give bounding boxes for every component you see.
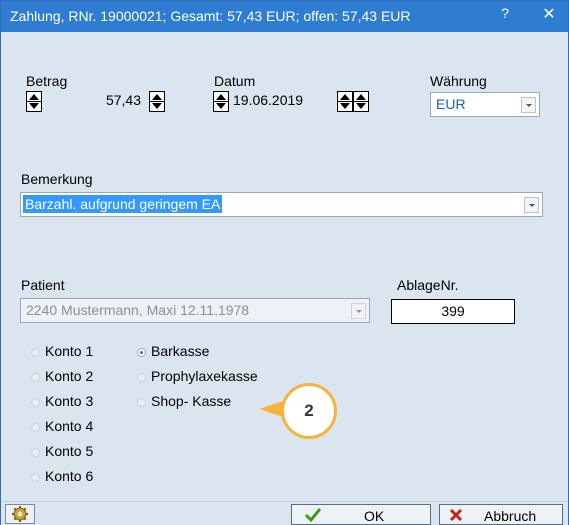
close-button[interactable]: ✕ <box>536 4 562 28</box>
payment-dialog: Zahlung, RNr. 19000021; Gesamt: 57,43 EU… <box>0 0 569 525</box>
konto6-label[interactable]: Konto 6 <box>45 468 93 484</box>
ok-label: OK <box>364 508 385 524</box>
betrag-label: Betrag <box>26 73 68 89</box>
datum-spin-down-button[interactable] <box>213 91 229 112</box>
konto2-label[interactable]: Konto 2 <box>45 368 93 384</box>
konto5-radio[interactable] <box>31 448 40 457</box>
chevron-down-icon[interactable] <box>521 97 536 113</box>
ablage-label: AblageNr. <box>397 277 459 293</box>
konto5-label[interactable]: Konto 5 <box>45 443 93 459</box>
ok-button[interactable]: OK <box>291 504 431 525</box>
help-button[interactable]: ? <box>495 5 515 27</box>
konto2-radio[interactable] <box>31 373 40 382</box>
patient-select: 2240 Mustermann, Maxi 12.11.1978 <box>20 298 370 323</box>
datum-input[interactable]: 19.06.2019 <box>231 89 323 114</box>
betrag-input[interactable]: 57,43 <box>45 89 145 114</box>
datum-calendar-button[interactable] <box>353 91 369 112</box>
konto4-radio[interactable] <box>31 423 40 432</box>
cancel-label: Abbruch <box>484 508 537 524</box>
patient-value: 2240 Mustermann, Maxi 12.11.1978 <box>26 302 250 318</box>
x-icon <box>449 508 463 522</box>
gear-icon <box>12 506 28 522</box>
ablage-input[interactable]: 399 <box>391 299 515 324</box>
shop-kasse-radio[interactable] <box>137 398 146 407</box>
waehrung-label: Währung <box>430 73 487 89</box>
waehrung-value: EUR <box>436 96 466 112</box>
callout-pointer <box>259 401 283 417</box>
konto1-radio[interactable] <box>31 348 40 357</box>
datum-spin-up-button[interactable] <box>337 91 353 112</box>
window-title: Zahlung, RNr. 19000021; Gesamt: 57,43 EU… <box>10 8 411 24</box>
shop-kasse-label[interactable]: Shop- Kasse <box>151 393 231 409</box>
cancel-button[interactable]: Abbruch <box>439 504 563 525</box>
datum-label: Datum <box>214 73 256 89</box>
konto3-radio[interactable] <box>31 398 40 407</box>
bemerkung-select[interactable]: Barzahl. aufgrund geringem EA <box>20 192 543 217</box>
konto4-label[interactable]: Konto 4 <box>45 418 93 434</box>
waehrung-select[interactable]: EUR <box>430 92 540 117</box>
konto3-label[interactable]: Konto 3 <box>45 393 93 409</box>
betrag-spin-down-button[interactable] <box>26 91 42 112</box>
barkasse-radio[interactable] <box>137 348 146 357</box>
barkasse-label[interactable]: Barkasse <box>151 343 209 359</box>
title-bar: Zahlung, RNr. 19000021; Gesamt: 57,43 EU… <box>1 1 568 32</box>
settings-button[interactable] <box>5 504 35 524</box>
bemerkung-value[interactable]: Barzahl. aufgrund geringem EA <box>23 195 223 213</box>
konto6-radio[interactable] <box>31 473 40 482</box>
bemerkung-label: Bemerkung <box>21 171 93 187</box>
chevron-down-icon[interactable] <box>524 197 539 213</box>
checkmark-icon <box>304 508 322 523</box>
konto1-label[interactable]: Konto 1 <box>45 343 93 359</box>
chevron-down-icon <box>351 303 366 319</box>
prophylaxekasse-label[interactable]: Prophylaxekasse <box>151 368 258 384</box>
patient-label: Patient <box>21 277 65 293</box>
betrag-spin-up-button[interactable] <box>149 91 165 112</box>
footer-bar: OK Abbruch <box>1 501 568 525</box>
prophylaxekasse-radio[interactable] <box>137 373 146 382</box>
callout-badge: 2 <box>281 383 337 439</box>
